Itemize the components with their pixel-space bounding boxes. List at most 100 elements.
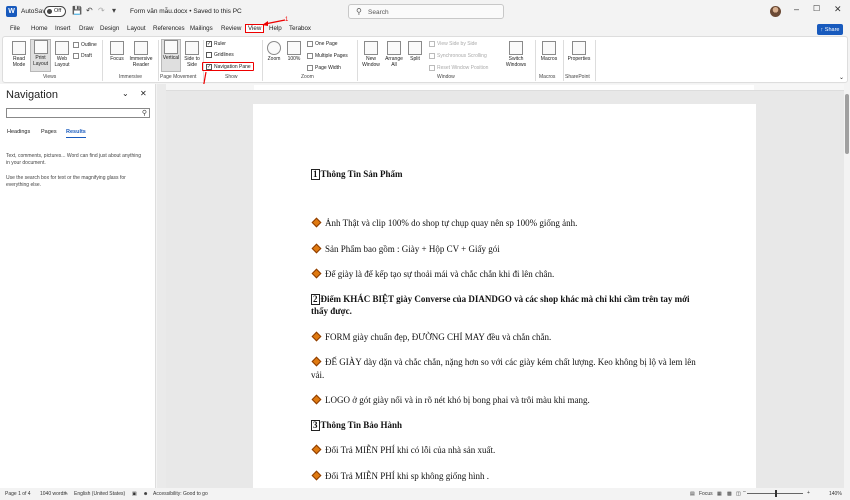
view-side-by-side-button[interactable]: View Side by Side xyxy=(429,41,477,47)
focus-label: Focus xyxy=(110,56,124,62)
macros-button[interactable]: Macros xyxy=(538,41,560,62)
avatar[interactable] xyxy=(770,6,781,17)
language[interactable]: English (United States) xyxy=(74,491,125,497)
tab-insert[interactable]: Insert xyxy=(55,25,70,32)
sync-scrolling-icon xyxy=(429,53,435,59)
one-page-button[interactable]: One Page xyxy=(307,41,338,47)
vertical-scrollbar[interactable] xyxy=(844,84,850,488)
zoom-button[interactable]: Zoom xyxy=(265,41,283,62)
page-width-button[interactable]: Page Width xyxy=(307,65,341,71)
multiple-pages-button[interactable]: Multiple Pages xyxy=(307,53,348,59)
tab-headings[interactable]: Headings xyxy=(7,129,30,135)
document-page[interactable]: 1 Thông Tin Sản Phẩm Ảnh Thật và clip 100… xyxy=(253,104,756,488)
zoom-slider[interactable] xyxy=(747,490,803,497)
track-changes-icon[interactable]: ▣ xyxy=(132,491,137,497)
arrange-all-button[interactable]: Arrange All xyxy=(383,41,405,68)
print-layout-label: Print Layout xyxy=(32,55,48,67)
split-icon xyxy=(408,41,422,55)
close-icon[interactable]: ✕ xyxy=(834,4,842,15)
ruler-checkbox[interactable]: ✓ Ruler xyxy=(206,41,226,47)
collapse-ribbon-icon[interactable]: ⌄ xyxy=(839,75,844,81)
print-layout-button[interactable]: Print Layout xyxy=(30,39,51,72)
web-layout-view-icon[interactable]: ◫ xyxy=(736,491,741,497)
document-title[interactable]: Form văn mẫu.docx • Saved to this PC xyxy=(130,8,242,15)
read-mode-button[interactable]: Read Mode xyxy=(8,41,30,68)
word-logo-icon: W xyxy=(6,6,17,17)
customize-qat-icon[interactable]: ▾ xyxy=(112,6,116,15)
diamond-bullet-icon xyxy=(311,470,322,481)
tab-references[interactable]: References xyxy=(153,25,185,32)
heading-number: 1 xyxy=(311,169,320,180)
zoom-slider-thumb[interactable] xyxy=(775,490,777,497)
word-count[interactable]: 1040 words xyxy=(40,491,66,497)
ruler-label: Ruler xyxy=(214,41,226,47)
tab-results[interactable]: Results xyxy=(66,129,86,138)
vertical-icon xyxy=(164,40,178,54)
bullet-text: Ảnh Thật và clip 100% do shop tự chụp qu… xyxy=(325,218,578,228)
accessibility-status[interactable]: Accessibility: Good to go xyxy=(153,491,208,497)
properties-button[interactable]: Properties xyxy=(566,41,592,62)
zoom-out-icon[interactable]: – xyxy=(743,489,746,495)
reset-window-button[interactable]: Reset Window Position xyxy=(429,65,488,71)
read-mode-icon xyxy=(12,41,26,55)
switch-windows-button[interactable]: Switch Windows xyxy=(501,41,531,68)
minimize-icon[interactable]: – xyxy=(794,4,799,14)
focus-mode-button[interactable]: Focus xyxy=(699,491,713,497)
diamond-bullet-icon xyxy=(311,356,322,367)
bullet-item: Để giày là để kếp tạo sự thoải mái và ch… xyxy=(311,268,721,281)
bullet-text: Đổi Trả MIỄN PHÍ khi sp không giống hình… xyxy=(325,471,490,481)
tab-layout[interactable]: Layout xyxy=(127,25,146,32)
redo-icon[interactable]: ↷ xyxy=(98,6,105,15)
focus-icon[interactable]: ▤ xyxy=(690,491,695,497)
horizontal-ruler[interactable] xyxy=(166,84,844,91)
read-mode-view-icon[interactable]: ▦ xyxy=(717,491,722,497)
tab-review[interactable]: Review xyxy=(221,25,241,32)
focus-button[interactable]: Focus xyxy=(107,41,127,62)
side-to-side-icon xyxy=(185,41,199,55)
scrollbar-thumb[interactable] xyxy=(845,94,849,154)
bullet-text: Đổi Trả MIỄN PHÍ khi có lỗi của nhà sản … xyxy=(325,445,496,455)
side-to-side-button[interactable]: Side to Side xyxy=(181,41,203,68)
vertical-ruler[interactable] xyxy=(157,84,166,488)
toggle-knob-icon xyxy=(47,9,52,14)
web-layout-button[interactable]: Web Layout xyxy=(51,41,73,68)
sync-scrolling-button[interactable]: Synchronous Scrolling xyxy=(429,53,487,59)
web-layout-icon xyxy=(55,41,69,55)
chevron-down-icon[interactable]: ⌄ xyxy=(122,89,129,98)
tab-mailings[interactable]: Mailings xyxy=(190,25,213,32)
tab-design[interactable]: Design xyxy=(100,25,119,32)
group-label-views: Views xyxy=(43,74,57,80)
proofing-icon[interactable]: ✎ xyxy=(64,491,68,497)
accessibility-icon[interactable]: ☻ xyxy=(143,491,148,497)
share-button[interactable]: ↑ Share xyxy=(817,24,843,35)
navigation-search-input[interactable]: ⚲ xyxy=(6,108,150,118)
zoom-100-button[interactable]: 100% xyxy=(285,41,303,62)
page-count[interactable]: Page 1 of 4 xyxy=(5,491,31,497)
print-layout-icon xyxy=(33,40,48,54)
tab-draw[interactable]: Draw xyxy=(79,25,93,32)
close-icon[interactable]: ✕ xyxy=(140,89,147,98)
view-side-by-side-icon xyxy=(429,41,435,47)
heading-text: Thông Tin Sản Phẩm xyxy=(320,169,403,179)
outline-button[interactable]: Outline xyxy=(73,42,97,48)
search-input[interactable]: ⚲ Search xyxy=(348,4,504,19)
autosave-toggle[interactable]: Off xyxy=(44,6,66,17)
tab-file[interactable]: File xyxy=(10,25,20,32)
undo-icon[interactable]: ↶ xyxy=(86,6,93,15)
zoom-in-icon[interactable]: + xyxy=(807,490,810,496)
print-layout-view-icon[interactable]: ▩ xyxy=(727,491,732,497)
navigation-help-text: Use the search box for text or the magni… xyxy=(6,175,126,188)
gridlines-checkbox[interactable]: Gridlines xyxy=(206,52,234,58)
maximize-icon[interactable]: ☐ xyxy=(813,4,820,13)
draft-button[interactable]: Draft xyxy=(73,53,92,59)
vertical-button[interactable]: Vertical xyxy=(161,39,181,72)
tab-pages[interactable]: Pages xyxy=(41,129,57,135)
zoom-level[interactable]: 140% xyxy=(829,491,842,497)
tab-home[interactable]: Home xyxy=(31,25,48,32)
new-window-button[interactable]: New Window xyxy=(360,41,382,68)
immersive-reader-button[interactable]: Immersive Reader xyxy=(127,41,155,68)
split-button[interactable]: Split xyxy=(406,41,424,62)
bullet-text: Sản Phẩm bao gồm : Giày + Hộp CV + Giấy … xyxy=(325,244,500,254)
ribbon: Read Mode Print Layout Web Layout Outlin… xyxy=(2,36,848,83)
save-icon[interactable]: 💾 xyxy=(72,6,82,15)
